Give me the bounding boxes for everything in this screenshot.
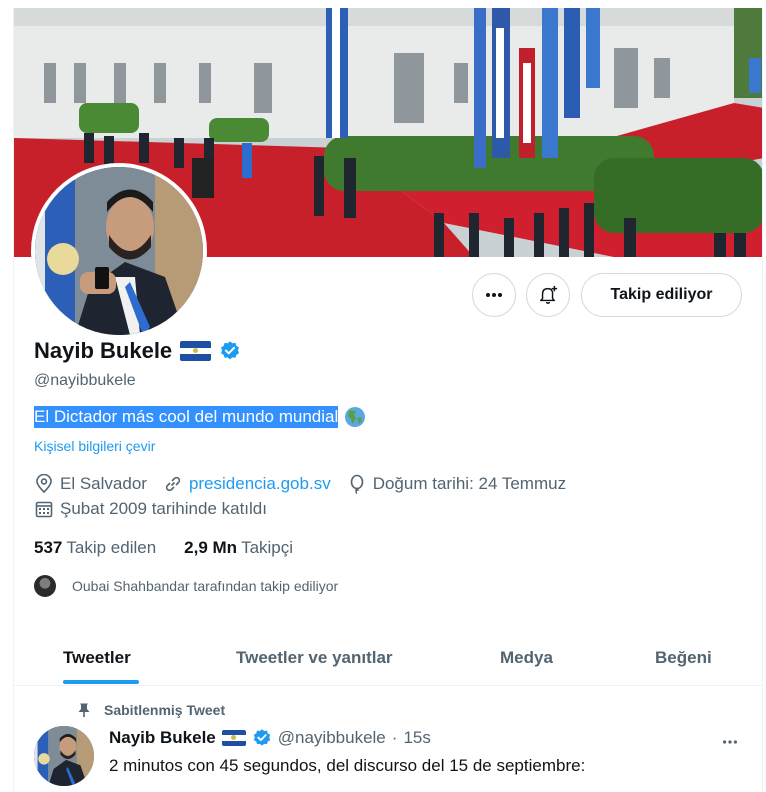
followers-count: 2,9 Mn xyxy=(184,538,238,557)
profile-column: Takip ediliyor Nayib Bukele @nayibbukele… xyxy=(13,8,763,792)
location-item: El Salvador xyxy=(34,474,147,494)
profile-bio: El Dictador más cool del mundo mundial xyxy=(34,406,366,428)
translate-bio-link[interactable]: Kişisel bilgileri çevir xyxy=(34,438,155,454)
tab-media[interactable]: Medya xyxy=(500,648,553,668)
website-link[interactable]: presidencia.gob.sv xyxy=(189,474,331,494)
tab-likes[interactable]: Beğeni xyxy=(655,648,712,668)
profile-name-row: Nayib Bukele xyxy=(34,338,241,364)
joined-item: Şubat 2009 tarihinde katıldı xyxy=(34,499,267,519)
birthday-item: Doğum tarihi: 24 Temmuz xyxy=(347,474,566,494)
avatar[interactable] xyxy=(35,167,203,335)
pinned-text: Sabitlenmiş Tweet xyxy=(104,702,226,718)
bio-text: El Dictador más cool del mundo mundial xyxy=(34,406,339,428)
pinned-tweet-label: Sabitlenmiş Tweet xyxy=(76,702,225,718)
tweet-timestamp[interactable]: 15s xyxy=(403,728,430,748)
calendar-icon xyxy=(35,501,53,518)
following-label: Takip edilen xyxy=(66,538,157,557)
followed-by-text: Oubai Shahbandar tarafından takip ediliy… xyxy=(72,578,339,594)
following-button[interactable]: Takip ediliyor xyxy=(581,273,742,317)
followed-by-row[interactable]: Oubai Shahbandar tarafından takip ediliy… xyxy=(34,575,338,597)
balloon-icon xyxy=(350,474,364,494)
bell-plus-icon xyxy=(540,285,558,304)
avatar-photo xyxy=(35,167,203,335)
follower-avatar xyxy=(34,575,56,597)
tweet-header: Nayib Bukele @nayibbukele · 15s xyxy=(109,728,431,748)
profile-avatar-frame[interactable] xyxy=(31,163,207,339)
more-icon xyxy=(722,740,738,744)
birthday-text: Doğum tarihi: 24 Temmuz xyxy=(372,474,567,493)
el-salvador-flag-icon xyxy=(221,730,246,746)
verified-badge-icon xyxy=(221,341,240,360)
website-item: presidencia.gob.sv xyxy=(163,474,331,494)
tab-tweets[interactable]: Tweetler xyxy=(63,648,131,668)
display-name: Nayib Bukele xyxy=(34,338,173,363)
tweet-separator: · xyxy=(391,728,398,747)
active-tab-indicator xyxy=(63,680,139,684)
followers-label: Takipçi xyxy=(241,538,294,557)
tweet-text: 2 minutos con 45 segundos, del discurso … xyxy=(109,756,586,775)
profile-handle: @nayibbukele xyxy=(34,372,136,389)
profile-meta: El Salvador presidencia.gob.sv Doğum tar… xyxy=(34,474,582,494)
tweet-avatar-photo xyxy=(34,726,94,786)
el-salvador-flag-icon xyxy=(180,341,212,361)
profile-joined-row: Şubat 2009 tarihinde katıldı xyxy=(34,499,283,519)
pin-icon xyxy=(78,703,90,717)
following-stat[interactable]: 537 Takip edilen xyxy=(34,538,156,558)
location-pin-icon xyxy=(36,474,52,494)
location-text: El Salvador xyxy=(60,474,147,493)
tweet-author-avatar[interactable] xyxy=(34,726,94,786)
globe-americas-icon xyxy=(345,407,366,427)
follow-stats: 537 Takip edilen 2,9 Mn Takipçi xyxy=(34,538,293,558)
tweet-author-handle[interactable]: @nayibbukele xyxy=(278,728,386,748)
more-icon xyxy=(486,293,502,297)
tweet-author-name[interactable]: Nayib Bukele xyxy=(109,728,216,748)
tweet-more-button[interactable] xyxy=(718,730,742,754)
followers-stat[interactable]: 2,9 Mn Takipçi xyxy=(184,538,293,558)
more-options-button[interactable] xyxy=(472,273,516,317)
notifications-button[interactable] xyxy=(526,273,570,317)
joined-text: Şubat 2009 tarihinde katıldı xyxy=(60,499,267,518)
tab-tweets-and-replies[interactable]: Tweetler ve yanıtlar xyxy=(236,648,393,668)
following-count: 537 xyxy=(34,538,63,557)
profile-tabs: Tweetler Tweetler ve yanıtlar Medya Beğe… xyxy=(14,626,762,686)
link-icon xyxy=(165,476,181,492)
verified-badge-icon xyxy=(253,729,270,746)
